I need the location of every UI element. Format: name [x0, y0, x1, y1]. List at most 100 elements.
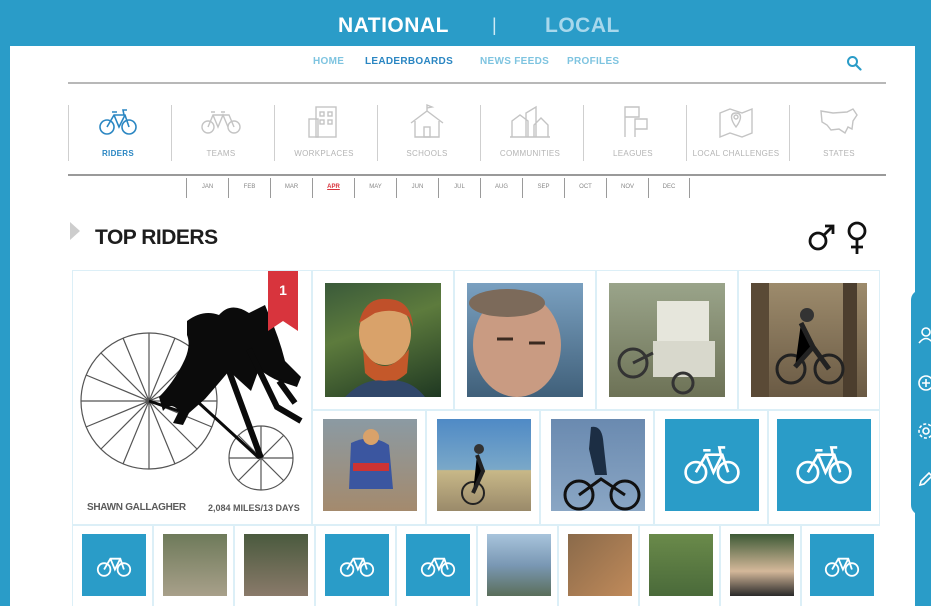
cargo-bike-image: [617, 301, 715, 395]
bike-icon: [339, 557, 375, 577]
rider-cell[interactable]: [769, 411, 879, 524]
bike-icon: [420, 557, 456, 577]
bike-icon: [824, 557, 860, 577]
bike-icon: [796, 446, 852, 484]
rider-cell[interactable]: [739, 271, 879, 409]
rider-photo: [751, 283, 867, 397]
tab-label: COMMUNITIES: [499, 149, 561, 158]
flags-icon: [624, 106, 648, 137]
rider-cell[interactable]: [397, 526, 476, 606]
tab-label: TEAMS: [206, 149, 236, 158]
month-feb[interactable]: FEB: [228, 178, 270, 198]
rider-photo: [437, 419, 531, 511]
rider-name: SHAWN GALLAGHER: [87, 502, 186, 513]
section-arrow-icon: [70, 222, 80, 240]
nav-home[interactable]: HOME: [313, 56, 344, 67]
default-avatar: [82, 534, 146, 596]
female-icon[interactable]: [844, 220, 870, 256]
rider-cell[interactable]: [655, 411, 767, 524]
rider-photo: [325, 283, 441, 397]
side-toolbar: [911, 290, 931, 515]
search-icon[interactable]: [846, 55, 862, 71]
rider-cell[interactable]: [313, 411, 425, 524]
rider-photo: [609, 283, 725, 397]
rider-cell[interactable]: [235, 526, 314, 606]
month-may[interactable]: MAY: [354, 178, 396, 198]
rider-cell[interactable]: [478, 526, 557, 606]
national-tab[interactable]: NATIONAL: [338, 14, 449, 38]
rider-photo: [244, 534, 308, 596]
rider-cell[interactable]: [427, 411, 539, 524]
tab-label: SCHOOLS: [406, 149, 448, 158]
default-avatar: [406, 534, 470, 596]
tab-workplaces[interactable]: WORKPLACES: [274, 101, 374, 167]
tab-leagues[interactable]: LEAGUES: [583, 101, 683, 167]
male-icon[interactable]: [807, 222, 837, 254]
nav-leaderboards[interactable]: LEADERBOARDS: [365, 56, 453, 67]
riders-grid: 1 SHAWN GALLAGHER 2,084 MILES/13 DAYS: [72, 270, 880, 606]
user-icon[interactable]: [917, 326, 931, 344]
portrait-image: [345, 298, 425, 397]
tab-schools[interactable]: SCHOOLS: [377, 101, 477, 167]
rider-cell[interactable]: [541, 411, 653, 524]
rider-cell[interactable]: [73, 526, 152, 606]
nav-profiles[interactable]: PROFILES: [567, 56, 619, 67]
rank-number: 1: [279, 282, 287, 298]
tab-communities[interactable]: COMMUNITIES: [480, 101, 580, 167]
tab-riders[interactable]: RIDERS: [68, 101, 168, 167]
rider-photo-image: [461, 444, 486, 505]
rider-photo: [649, 534, 713, 596]
edit-icon[interactable]: [917, 470, 931, 488]
tab-local-challenges[interactable]: LOCAL CHALLENGES: [686, 101, 786, 167]
month-jan[interactable]: JAN: [186, 178, 228, 198]
month-jun[interactable]: JUN: [396, 178, 438, 198]
rider-cell[interactable]: [640, 526, 719, 606]
school-icon: [410, 103, 444, 138]
month-mar[interactable]: MAR: [270, 178, 312, 198]
rider-cell[interactable]: [316, 526, 395, 606]
usa-map-icon: [820, 108, 858, 135]
featured-rider-card[interactable]: 1 SHAWN GALLAGHER 2,084 MILES/13 DAYS: [73, 271, 311, 524]
rider-cell[interactable]: [559, 526, 638, 606]
shadow-bike-image: [563, 426, 641, 511]
rider-cell[interactable]: [802, 526, 880, 606]
month-nov[interactable]: NOV: [606, 178, 648, 198]
rider-photo: [568, 534, 632, 596]
month-aug[interactable]: AUG: [480, 178, 522, 198]
month-jul[interactable]: JUL: [438, 178, 480, 198]
month-sep[interactable]: SEP: [522, 178, 564, 198]
rider-photo: [467, 283, 583, 397]
settings-icon[interactable]: [917, 422, 931, 440]
tabs-divider: [68, 174, 886, 176]
tandem-bike-icon: [201, 111, 241, 134]
rider-photo: [163, 534, 227, 596]
main-panel: HOME LEADERBOARDS NEWS FEEDS PROFILES RI…: [10, 46, 915, 606]
nav-news-feeds[interactable]: NEWS FEEDS: [480, 56, 549, 67]
tab-label: RIDERS: [101, 149, 135, 158]
month-oct[interactable]: OCT: [564, 178, 606, 198]
rank-ribbon: 1: [268, 271, 298, 331]
tab-label: LOCAL CHALLENGES: [692, 149, 780, 158]
category-tabs: RIDERS TEAMS WORKPLACES SCHOOLS COMMUNIT…: [68, 101, 886, 167]
month-dec[interactable]: DEC: [648, 178, 690, 198]
section-title: TOP RIDERS: [95, 226, 218, 249]
tab-label: LEAGUES: [613, 149, 653, 158]
tab-teams[interactable]: TEAMS: [171, 101, 271, 167]
portrait-image: [469, 289, 561, 397]
tab-states[interactable]: STATES: [789, 101, 889, 167]
map-pin-icon: [719, 107, 753, 139]
local-tab[interactable]: LOCAL: [545, 14, 620, 38]
scope-separator: |: [492, 15, 497, 35]
building-icon: [308, 106, 337, 138]
rider-cell[interactable]: [455, 271, 595, 409]
rider-cell[interactable]: [154, 526, 233, 606]
rider-cell[interactable]: [313, 271, 453, 409]
rider-cell[interactable]: [721, 526, 800, 606]
scope-bar: NATIONAL | LOCAL: [0, 0, 931, 46]
add-icon[interactable]: [917, 374, 931, 392]
rider-stat: 2,084 MILES/13 DAYS: [208, 503, 300, 513]
sub-navigation: HOME LEADERBOARDS NEWS FEEDS PROFILES: [10, 56, 915, 76]
rider-cell[interactable]: [597, 271, 737, 409]
default-avatar: [325, 534, 389, 596]
month-apr[interactable]: APR: [312, 178, 354, 198]
